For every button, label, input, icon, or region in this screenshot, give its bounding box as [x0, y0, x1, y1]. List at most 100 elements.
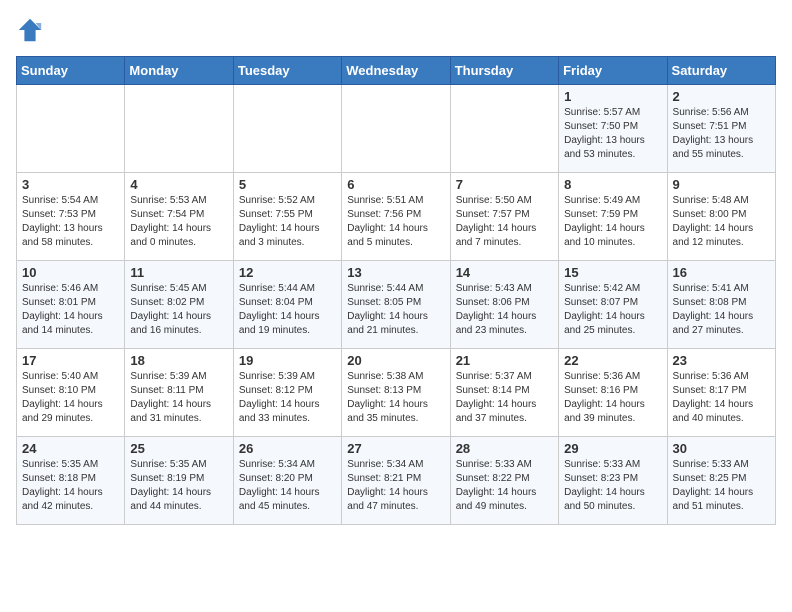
day-cell: 5 Sunrise: 5:52 AM Sunset: 7:55 PM Daylig…: [233, 173, 341, 261]
day-info: Sunrise: 5:33 AM Sunset: 8:23 PM Dayligh…: [564, 458, 661, 514]
day-number: 23: [673, 353, 770, 368]
day-number: 13: [347, 265, 444, 280]
day-info: Sunrise: 5:33 AM Sunset: 8:25 PM Dayligh…: [673, 458, 770, 514]
day-cell: 11 Sunrise: 5:45 AM Sunset: 8:02 PM Dayli…: [125, 261, 233, 349]
logo: [16, 16, 48, 44]
day-cell: 17 Sunrise: 5:40 AM Sunset: 8:10 PM Dayli…: [17, 349, 125, 437]
week-row-4: 17 Sunrise: 5:40 AM Sunset: 8:10 PM Dayli…: [17, 349, 776, 437]
day-cell: [125, 85, 233, 173]
day-info: Sunrise: 5:37 AM Sunset: 8:14 PM Dayligh…: [456, 370, 553, 426]
day-info: Sunrise: 5:35 AM Sunset: 8:18 PM Dayligh…: [22, 458, 119, 514]
day-cell: 25 Sunrise: 5:35 AM Sunset: 8:19 PM Dayli…: [125, 437, 233, 525]
day-cell: 2Sunrise: 5:56 AM Sunset: 7:51 PM Daylig…: [667, 85, 775, 173]
week-row-5: 24 Sunrise: 5:35 AM Sunset: 8:18 PM Dayli…: [17, 437, 776, 525]
day-cell: 3 Sunrise: 5:54 AM Sunset: 7:53 PM Daylig…: [17, 173, 125, 261]
day-number: 24: [22, 441, 119, 456]
day-cell: [17, 85, 125, 173]
calendar-header-row: SundayMondayTuesdayWednesdayThursdayFrid…: [17, 57, 776, 85]
day-info: Sunrise: 5:54 AM Sunset: 7:53 PM Dayligh…: [22, 194, 119, 250]
day-cell: 14 Sunrise: 5:43 AM Sunset: 8:06 PM Dayli…: [450, 261, 558, 349]
day-info: Sunrise: 5:36 AM Sunset: 8:17 PM Dayligh…: [673, 370, 770, 426]
day-number: 5: [239, 177, 336, 192]
day-number: 4: [130, 177, 227, 192]
day-info: Sunrise: 5:52 AM Sunset: 7:55 PM Dayligh…: [239, 194, 336, 250]
day-number: 18: [130, 353, 227, 368]
day-cell: 10Sunrise: 5:46 AM Sunset: 8:01 PM Dayli…: [17, 261, 125, 349]
day-cell: 16 Sunrise: 5:41 AM Sunset: 8:08 PM Dayli…: [667, 261, 775, 349]
header-monday: Monday: [125, 57, 233, 85]
day-info: Sunrise: 5:40 AM Sunset: 8:10 PM Dayligh…: [22, 370, 119, 426]
day-number: 20: [347, 353, 444, 368]
day-info: Sunrise: 5:48 AM Sunset: 8:00 PM Dayligh…: [673, 194, 770, 250]
day-info: Sunrise: 5:35 AM Sunset: 8:19 PM Dayligh…: [130, 458, 227, 514]
day-info: Sunrise: 5:33 AM Sunset: 8:22 PM Dayligh…: [456, 458, 553, 514]
day-number: 8: [564, 177, 661, 192]
header-sunday: Sunday: [17, 57, 125, 85]
day-info: Sunrise: 5:49 AM Sunset: 7:59 PM Dayligh…: [564, 194, 661, 250]
day-number: 11: [130, 265, 227, 280]
day-cell: 12 Sunrise: 5:44 AM Sunset: 8:04 PM Dayli…: [233, 261, 341, 349]
day-cell: 4 Sunrise: 5:53 AM Sunset: 7:54 PM Daylig…: [125, 173, 233, 261]
day-number: 21: [456, 353, 553, 368]
day-number: 12: [239, 265, 336, 280]
day-info: Sunrise: 5:42 AM Sunset: 8:07 PM Dayligh…: [564, 282, 661, 338]
day-number: 15: [564, 265, 661, 280]
day-cell: 19 Sunrise: 5:39 AM Sunset: 8:12 PM Dayli…: [233, 349, 341, 437]
day-info: Sunrise: 5:41 AM Sunset: 8:08 PM Dayligh…: [673, 282, 770, 338]
day-number: 9: [673, 177, 770, 192]
day-number: 22: [564, 353, 661, 368]
day-cell: 9 Sunrise: 5:48 AM Sunset: 8:00 PM Daylig…: [667, 173, 775, 261]
day-cell: 18Sunrise: 5:39 AM Sunset: 8:11 PM Dayli…: [125, 349, 233, 437]
day-cell: 21 Sunrise: 5:37 AM Sunset: 8:14 PM Dayli…: [450, 349, 558, 437]
day-cell: [450, 85, 558, 173]
day-cell: 8 Sunrise: 5:49 AM Sunset: 7:59 PM Daylig…: [559, 173, 667, 261]
day-number: 17: [22, 353, 119, 368]
day-number: 3: [22, 177, 119, 192]
day-info: Sunrise: 5:34 AM Sunset: 8:21 PM Dayligh…: [347, 458, 444, 514]
day-info: Sunrise: 5:44 AM Sunset: 8:04 PM Dayligh…: [239, 282, 336, 338]
day-cell: [342, 85, 450, 173]
calendar-table: SundayMondayTuesdayWednesdayThursdayFrid…: [16, 56, 776, 525]
day-number: 16: [673, 265, 770, 280]
day-cell: 20 Sunrise: 5:38 AM Sunset: 8:13 PM Dayli…: [342, 349, 450, 437]
week-row-1: 1 Sunrise: 5:57 AM Sunset: 7:50 PM Daylig…: [17, 85, 776, 173]
day-info: Sunrise: 5:53 AM Sunset: 7:54 PM Dayligh…: [130, 194, 227, 250]
day-info: Sunrise: 5:43 AM Sunset: 8:06 PM Dayligh…: [456, 282, 553, 338]
day-number: 19: [239, 353, 336, 368]
day-number: 1: [564, 89, 661, 104]
header: [16, 16, 776, 44]
day-cell: [233, 85, 341, 173]
logo-icon: [16, 16, 44, 44]
day-info: Sunrise: 5:56 AM Sunset: 7:51 PM Dayligh…: [673, 106, 770, 162]
day-number: 27: [347, 441, 444, 456]
day-info: Sunrise: 5:39 AM Sunset: 8:12 PM Dayligh…: [239, 370, 336, 426]
day-number: 6: [347, 177, 444, 192]
day-info: Sunrise: 5:57 AM Sunset: 7:50 PM Dayligh…: [564, 106, 661, 162]
day-info: Sunrise: 5:46 AM Sunset: 8:01 PM Dayligh…: [22, 282, 119, 338]
day-info: Sunrise: 5:45 AM Sunset: 8:02 PM Dayligh…: [130, 282, 227, 338]
week-row-2: 3 Sunrise: 5:54 AM Sunset: 7:53 PM Daylig…: [17, 173, 776, 261]
day-cell: 23 Sunrise: 5:36 AM Sunset: 8:17 PM Dayli…: [667, 349, 775, 437]
day-info: Sunrise: 5:36 AM Sunset: 8:16 PM Dayligh…: [564, 370, 661, 426]
day-info: Sunrise: 5:44 AM Sunset: 8:05 PM Dayligh…: [347, 282, 444, 338]
header-wednesday: Wednesday: [342, 57, 450, 85]
day-cell: 27 Sunrise: 5:34 AM Sunset: 8:21 PM Dayli…: [342, 437, 450, 525]
day-number: 29: [564, 441, 661, 456]
day-cell: 26Sunrise: 5:34 AM Sunset: 8:20 PM Dayli…: [233, 437, 341, 525]
day-number: 28: [456, 441, 553, 456]
day-cell: 24 Sunrise: 5:35 AM Sunset: 8:18 PM Dayli…: [17, 437, 125, 525]
day-cell: 1 Sunrise: 5:57 AM Sunset: 7:50 PM Daylig…: [559, 85, 667, 173]
header-tuesday: Tuesday: [233, 57, 341, 85]
header-friday: Friday: [559, 57, 667, 85]
day-number: 14: [456, 265, 553, 280]
day-number: 30: [673, 441, 770, 456]
day-info: Sunrise: 5:38 AM Sunset: 8:13 PM Dayligh…: [347, 370, 444, 426]
day-number: 7: [456, 177, 553, 192]
day-cell: 30 Sunrise: 5:33 AM Sunset: 8:25 PM Dayli…: [667, 437, 775, 525]
day-cell: 6Sunrise: 5:51 AM Sunset: 7:56 PM Daylig…: [342, 173, 450, 261]
day-info: Sunrise: 5:34 AM Sunset: 8:20 PM Dayligh…: [239, 458, 336, 514]
day-number: 25: [130, 441, 227, 456]
day-cell: 28 Sunrise: 5:33 AM Sunset: 8:22 PM Dayli…: [450, 437, 558, 525]
day-cell: 13 Sunrise: 5:44 AM Sunset: 8:05 PM Dayli…: [342, 261, 450, 349]
day-cell: 22 Sunrise: 5:36 AM Sunset: 8:16 PM Dayli…: [559, 349, 667, 437]
